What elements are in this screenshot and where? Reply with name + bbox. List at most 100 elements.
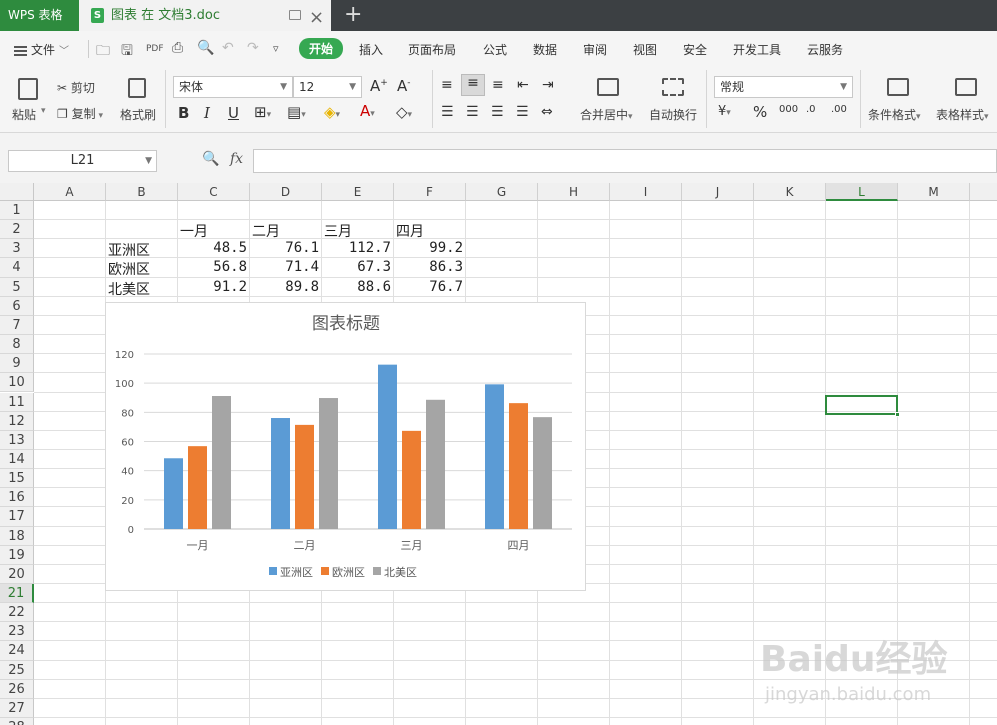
data-cell[interactable]: 76.1 (250, 240, 319, 256)
row-header-9[interactable]: 9 (0, 354, 34, 374)
wrap-text-icon[interactable] (662, 78, 684, 96)
data-cell[interactable]: 88.6 (322, 279, 391, 295)
font-family-select[interactable]: 宋体 ▼ (173, 76, 293, 98)
select-all-corner[interactable] (0, 183, 34, 201)
font-size-select[interactable]: 12 ▼ (293, 76, 362, 98)
x-tick-label[interactable]: 二月 (294, 539, 316, 552)
row-header-4[interactable]: 4 (0, 258, 34, 278)
paste-button[interactable]: 粘贴 (12, 106, 36, 123)
align-bottom-icon[interactable]: ≡ (492, 77, 504, 93)
conditional-format-button[interactable]: 条件格式▾ (868, 106, 921, 123)
embedded-chart[interactable]: 图表标题 0 20 40 60 80 100 120 一月 二月 三月 四月 亚洲区 欧洲区 北美区 (105, 302, 586, 591)
row-header-12[interactable]: 12 (0, 411, 34, 431)
data-cell[interactable]: 91.2 (178, 279, 247, 295)
column-header-j[interactable]: J (682, 183, 754, 201)
column-header-m[interactable]: M (898, 183, 970, 201)
quick-access-dropdown-icon[interactable]: ▿ (273, 42, 279, 55)
row-label-cell[interactable]: 亚洲区 (108, 240, 150, 260)
data-cell[interactable]: 76.7 (394, 279, 463, 295)
app-menu-tab[interactable]: WPS 表格 (0, 0, 79, 31)
insert-function-button[interactable]: fx (230, 151, 243, 167)
column-header-g[interactable]: G (466, 183, 538, 201)
number-format-select[interactable]: 常规 ▼ (714, 76, 853, 98)
clear-format-icon[interactable]: ◇▾ (396, 103, 412, 121)
row-header-8[interactable]: 8 (0, 335, 34, 355)
legend-label[interactable]: 欧洲区 (332, 566, 365, 579)
y-tick-label[interactable]: 80 (121, 408, 134, 419)
header-cell[interactable]: 一月 (180, 221, 208, 241)
row-header-15[interactable]: 15 (0, 469, 34, 489)
row-header-20[interactable]: 20 (0, 564, 34, 584)
column-header-b[interactable]: B (106, 183, 178, 201)
document-tab[interactable]: S 图表 在 文档3.doc × (79, 0, 331, 31)
y-tick-label[interactable]: 20 (121, 496, 134, 507)
bar[interactable] (378, 364, 397, 529)
tab-insert[interactable]: 插入 (359, 41, 383, 58)
bar[interactable] (319, 398, 338, 529)
column-header-c[interactable]: C (178, 183, 250, 201)
bar[interactable] (426, 399, 445, 529)
column-header-l[interactable]: L (826, 183, 898, 201)
increase-font-icon[interactable]: A+ (370, 77, 388, 95)
row-header-11[interactable]: 11 (0, 392, 34, 412)
header-cell[interactable]: 四月 (396, 221, 424, 241)
increase-indent-icon[interactable]: ⇥ (542, 77, 554, 93)
bar[interactable] (212, 396, 231, 529)
file-menu-button[interactable]: 文件 ﹀ (14, 41, 69, 58)
tab-developer[interactable]: 开发工具 (733, 41, 781, 58)
legend-swatch[interactable] (321, 567, 329, 575)
tab-view[interactable]: 视图 (633, 41, 657, 58)
paste-dropdown-icon[interactable]: ▾ (41, 106, 46, 116)
column-header-i[interactable]: I (610, 183, 682, 201)
tab-cloud-services[interactable]: 云服务 (807, 41, 843, 58)
header-cell[interactable]: 三月 (324, 221, 352, 241)
paste-icon[interactable] (18, 78, 38, 100)
format-painter-icon[interactable] (128, 78, 146, 98)
align-middle-icon[interactable]: ≡ (461, 74, 485, 96)
new-tab-icon[interactable]: + (344, 0, 362, 30)
legend-swatch[interactable] (373, 567, 381, 575)
decrease-font-icon[interactable]: A- (397, 77, 411, 95)
row-header-27[interactable]: 27 (0, 698, 34, 719)
wrap-text-button[interactable]: 自动换行 (649, 106, 697, 123)
percent-icon[interactable]: % (753, 103, 767, 121)
row-header-2[interactable]: 2 (0, 220, 34, 240)
y-tick-label[interactable]: 120 (115, 350, 134, 361)
bar[interactable] (295, 424, 314, 529)
undo-icon[interactable]: ↶ (222, 40, 234, 56)
fill-handle[interactable] (895, 412, 900, 417)
close-tab-icon[interactable]: × (309, 2, 324, 33)
x-tick-label[interactable]: 一月 (187, 539, 209, 552)
row-header-26[interactable]: 26 (0, 679, 34, 699)
save-icon[interactable]: 🖫 (121, 40, 133, 64)
row-header-13[interactable]: 13 (0, 430, 34, 450)
row-header-14[interactable]: 14 (0, 449, 34, 470)
merge-cells-icon[interactable] (597, 78, 619, 96)
fill-color-icon[interactable]: ◈▾ (324, 103, 340, 121)
row-header-7[interactable]: 7 (0, 315, 34, 336)
distributed-align-icon[interactable]: ⇔ (541, 104, 553, 120)
data-cell[interactable]: 71.4 (250, 259, 319, 275)
decrease-decimal-icon[interactable]: .00 (831, 104, 847, 115)
row-header-3[interactable]: 3 (0, 239, 34, 259)
row-label-cell[interactable]: 欧洲区 (108, 259, 150, 279)
thousands-separator-icon[interactable]: 000 (779, 104, 798, 115)
conditional-format-icon[interactable] (887, 78, 909, 96)
column-chart[interactable]: 图表标题 0 20 40 60 80 100 120 一月 二月 三月 四月亚洲区 欧洲区 北美区 (106, 303, 587, 592)
header-cell[interactable]: 二月 (252, 221, 280, 241)
borders-icon[interactable]: ⊞▾ (254, 103, 271, 121)
copy-button[interactable]: ❐ 复制 ▾ (57, 105, 103, 122)
column-header-k[interactable]: K (754, 183, 826, 201)
row-header-19[interactable]: 19 (0, 545, 34, 565)
column-header-a[interactable]: A (34, 183, 106, 201)
align-top-icon[interactable]: ≡ (441, 77, 453, 93)
justify-icon[interactable]: ☰ (516, 104, 529, 120)
row-header-17[interactable]: 17 (0, 507, 34, 527)
increase-decimal-icon[interactable]: .0 (806, 104, 816, 115)
align-left-icon[interactable]: ☰ (441, 104, 454, 120)
tab-formulas[interactable]: 公式 (483, 41, 507, 58)
bar[interactable] (271, 418, 290, 529)
x-tick-label[interactable]: 三月 (401, 539, 423, 552)
row-header-22[interactable]: 22 (0, 603, 34, 623)
align-center-icon[interactable]: ☰ (466, 104, 479, 120)
